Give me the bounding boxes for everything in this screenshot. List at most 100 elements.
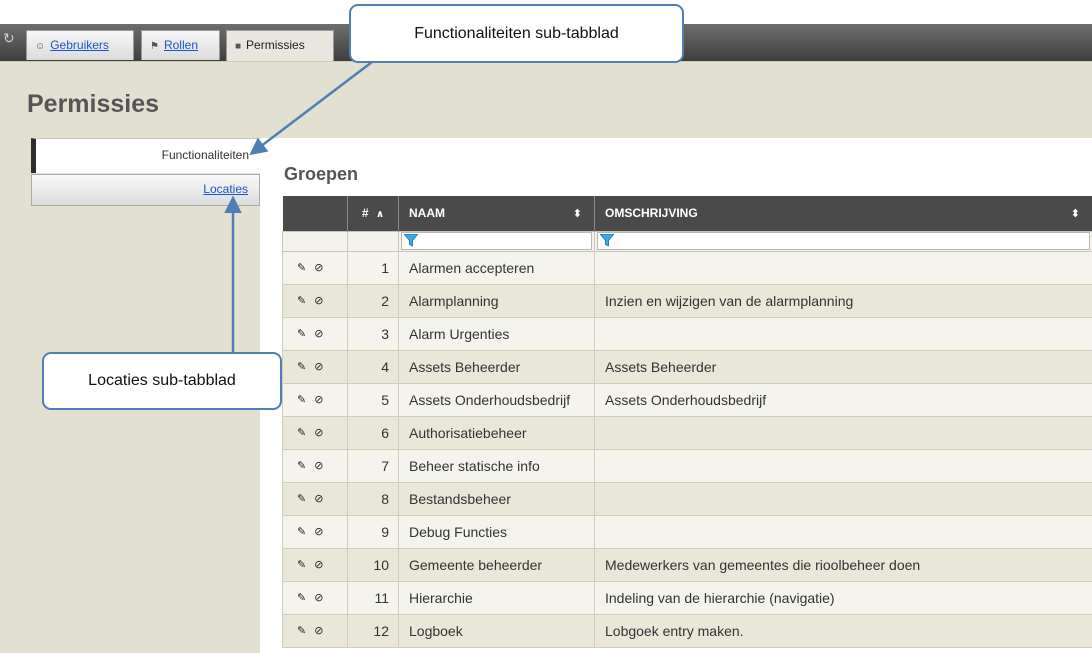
table-row[interactable]: ✎⊘7Beheer statische info bbox=[283, 449, 1092, 482]
row-actions: ✎⊘ bbox=[283, 581, 348, 614]
row-description: Inzien en wijzigen van de alarmplanning bbox=[595, 284, 1092, 317]
table-row[interactable]: ✎⊘1Alarmen accepteren bbox=[283, 251, 1092, 284]
delete-icon[interactable]: ⊘ bbox=[314, 427, 323, 439]
groups-panel: Groepen # ∧ NAAM ⬍ OMSCHRIJVI bbox=[260, 138, 1092, 653]
filter-empty bbox=[348, 231, 399, 251]
delete-icon[interactable]: ⊘ bbox=[314, 394, 323, 406]
row-number: 5 bbox=[348, 383, 399, 416]
tab-permissies-label: Permissies bbox=[246, 38, 305, 52]
row-name: Bestandsbeheer bbox=[399, 482, 595, 515]
filter-icon[interactable] bbox=[600, 234, 614, 247]
sort-asc-icon: ∧ bbox=[376, 209, 384, 220]
row-number: 1 bbox=[348, 251, 399, 284]
row-name: Alarmplanning bbox=[399, 284, 595, 317]
roles-icon: ⚑ bbox=[150, 41, 159, 52]
edit-icon[interactable]: ✎ bbox=[297, 394, 306, 406]
table-row[interactable]: ✎⊘4Assets BeheerderAssets Beheerder bbox=[283, 350, 1092, 383]
description-filter-cell bbox=[595, 231, 1092, 251]
name-filter-input[interactable] bbox=[401, 232, 592, 250]
table-row[interactable]: ✎⊘5Assets OnderhoudsbedrijfAssets Onderh… bbox=[283, 383, 1092, 416]
delete-icon[interactable]: ⊘ bbox=[314, 460, 323, 472]
callout-functionaliteiten: Functionaliteiten sub-tabblad bbox=[349, 4, 684, 63]
table-row[interactable]: ✎⊘2AlarmplanningInzien en wijzigen van d… bbox=[283, 284, 1092, 317]
subtab-functionaliteiten-label: Functionaliteiten bbox=[162, 148, 249, 162]
tab-gebruikers[interactable]: ☺ Gebruikers bbox=[26, 30, 134, 60]
name-column-header[interactable]: NAAM ⬍ bbox=[399, 196, 595, 231]
filter-icon[interactable] bbox=[404, 234, 418, 247]
row-description: Indeling van de hierarchie (navigatie) bbox=[595, 581, 1092, 614]
edit-icon[interactable]: ✎ bbox=[297, 493, 306, 505]
tab-gebruikers-label[interactable]: Gebruikers bbox=[50, 38, 109, 52]
row-actions: ✎⊘ bbox=[283, 350, 348, 383]
edit-icon[interactable]: ✎ bbox=[297, 427, 306, 439]
row-number: 7 bbox=[348, 449, 399, 482]
table-row[interactable]: ✎⊘6Authorisatiebeheer bbox=[283, 416, 1092, 449]
delete-icon[interactable]: ⊘ bbox=[314, 559, 323, 571]
row-number: 2 bbox=[348, 284, 399, 317]
row-name: Alarm Urgenties bbox=[399, 317, 595, 350]
row-number: 9 bbox=[348, 515, 399, 548]
table-row[interactable]: ✎ ⊘ 9Debug Functies bbox=[283, 515, 1092, 548]
table-row[interactable]: ✎⊘12LogboekLobgoek entry maken. bbox=[283, 614, 1092, 647]
section-title: Groepen bbox=[284, 164, 358, 185]
num-column-label: # bbox=[362, 206, 369, 220]
refresh-icon[interactable]: ↻ bbox=[3, 30, 15, 47]
actions-header bbox=[283, 196, 348, 231]
page-title: Permissies bbox=[27, 90, 159, 119]
edit-icon[interactable]: ✎ bbox=[297, 625, 306, 637]
description-column-label: OMSCHRIJVING bbox=[605, 206, 698, 220]
subtab-functionaliteiten[interactable]: Functionaliteiten bbox=[31, 138, 260, 173]
edit-icon[interactable]: ✎ bbox=[297, 460, 306, 472]
name-filter-cell bbox=[399, 231, 595, 251]
row-name: Debug Functies bbox=[399, 515, 595, 548]
delete-icon[interactable]: ⊘ bbox=[314, 328, 323, 340]
edit-icon[interactable]: ✎ bbox=[297, 592, 306, 604]
delete-icon[interactable]: ⊘ bbox=[314, 361, 323, 373]
row-actions: ✎⊘ bbox=[283, 416, 348, 449]
edit-icon[interactable]: ✎ bbox=[297, 295, 306, 307]
row-description bbox=[595, 449, 1092, 482]
edit-icon[interactable]: ✎ bbox=[297, 361, 306, 373]
row-actions: ✎⊘ bbox=[283, 284, 348, 317]
delete-icon[interactable]: ⊘ bbox=[314, 526, 323, 538]
table-row[interactable]: ✎ ⊘ 3Alarm Urgenties bbox=[283, 317, 1092, 350]
row-name: Gemeente beheerder bbox=[399, 548, 595, 581]
row-name: Hierarchie bbox=[399, 581, 595, 614]
delete-icon[interactable]: ⊘ bbox=[314, 493, 323, 505]
tab-permissies[interactable]: ■ Permissies bbox=[226, 30, 334, 62]
edit-icon[interactable]: ✎ bbox=[297, 262, 306, 274]
description-filter-input[interactable] bbox=[597, 232, 1090, 250]
tab-rollen-label[interactable]: Rollen bbox=[164, 38, 198, 52]
num-column-header[interactable]: # ∧ bbox=[348, 196, 399, 231]
callout-functionaliteiten-text: Functionaliteiten sub-tabblad bbox=[414, 25, 619, 42]
table-row[interactable]: ✎⊘8Bestandsbeheer bbox=[283, 482, 1092, 515]
row-name: Logboek bbox=[399, 614, 595, 647]
row-description bbox=[595, 482, 1092, 515]
table-row[interactable]: ✎⊘10Gemeente beheerderMedewerkers van ge… bbox=[283, 548, 1092, 581]
edit-icon[interactable]: ✎ bbox=[297, 328, 306, 340]
row-actions: ✎⊘ bbox=[283, 482, 348, 515]
sort-toggle-icon: ⬍ bbox=[573, 207, 582, 220]
delete-icon[interactable]: ⊘ bbox=[314, 592, 323, 604]
permissions-icon: ■ bbox=[235, 41, 241, 52]
row-actions: ✎⊘ bbox=[283, 251, 348, 284]
tab-rollen[interactable]: ⚑ Rollen bbox=[141, 30, 220, 60]
delete-icon[interactable]: ⊘ bbox=[314, 295, 323, 307]
row-name: Assets Beheerder bbox=[399, 350, 595, 383]
delete-icon[interactable]: ⊘ bbox=[314, 625, 323, 637]
edit-icon[interactable]: ✎ bbox=[297, 526, 306, 538]
row-actions: ✎⊘ bbox=[283, 548, 348, 581]
row-number: 11 bbox=[348, 581, 399, 614]
description-column-header[interactable]: OMSCHRIJVING ⬍ bbox=[595, 196, 1092, 231]
table-row[interactable]: ✎⊘11HierarchieIndeling van de hierarchie… bbox=[283, 581, 1092, 614]
row-description: Lobgoek entry maken. bbox=[595, 614, 1092, 647]
edit-icon[interactable]: ✎ bbox=[297, 559, 306, 571]
row-number: 6 bbox=[348, 416, 399, 449]
subtab-locaties[interactable]: Locaties bbox=[31, 174, 260, 206]
subtab-locaties-link[interactable]: Locaties bbox=[203, 182, 248, 196]
table-header-row: # ∧ NAAM ⬍ OMSCHRIJVING ⬍ bbox=[283, 196, 1092, 231]
row-name: Alarmen accepteren bbox=[399, 251, 595, 284]
delete-icon[interactable]: ⊘ bbox=[314, 262, 323, 274]
user-icon: ☺ bbox=[35, 41, 45, 52]
row-number: 3 bbox=[348, 317, 399, 350]
